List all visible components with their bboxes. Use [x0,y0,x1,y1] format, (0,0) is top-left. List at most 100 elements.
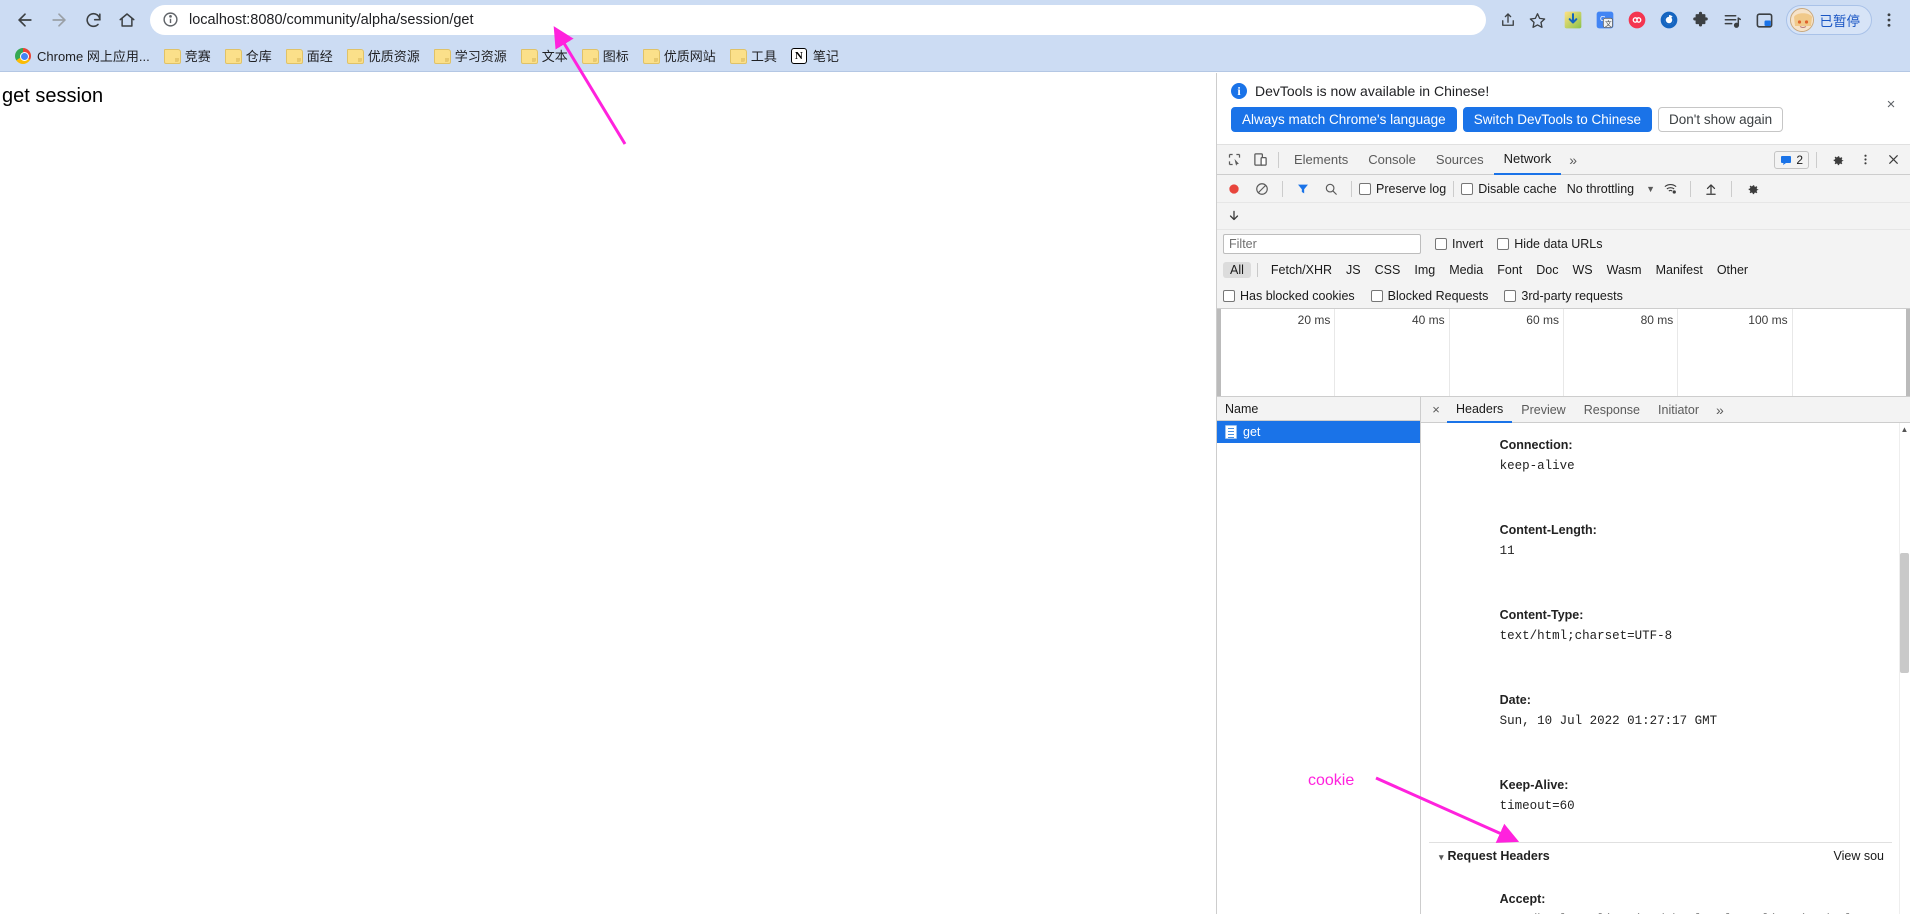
detail-tab-initiator[interactable]: Initiator [1649,397,1708,423]
tab-network[interactable]: Network [1493,145,1562,175]
has-blocked-cookies-checkbox[interactable]: Has blocked cookies [1223,289,1355,303]
detail-tab-preview[interactable]: Preview [1512,397,1574,423]
bookmark-folder-tubiao[interactable]: 图标 [575,44,636,68]
annotation-label-cookie: cookie [1308,772,1355,789]
close-icon[interactable]: × [1882,95,1900,113]
type-filter-css[interactable]: CSS [1368,262,1408,278]
detail-scrollbar[interactable]: ▲ [1899,423,1910,914]
has-blocked-cookies-label: Has blocked cookies [1240,288,1355,303]
request-detail-panel: × Headers Preview Response Initiator » C… [1421,397,1910,914]
bookmark-folder-youzhiwangzhan[interactable]: 优质网站 [636,44,723,68]
overview-cell: 40 ms [1335,309,1450,396]
home-icon[interactable] [110,3,144,37]
inspect-element-icon[interactable] [1221,147,1247,173]
request-list-header[interactable]: Name [1217,397,1420,421]
profile-button[interactable]: 已暂停 [1785,5,1872,35]
type-filter-manifest[interactable]: Manifest [1649,262,1710,278]
type-filter-ws[interactable]: WS [1565,262,1599,278]
filter-icon[interactable] [1290,177,1316,201]
bookmark-folder-jingsai[interactable]: 竞赛 [157,44,218,68]
e-browser-icon[interactable] [1658,9,1680,31]
import-har-icon[interactable] [1698,177,1724,201]
table-row[interactable]: get [1217,421,1420,443]
tab-console[interactable]: Console [1358,145,1426,175]
playlist-icon[interactable] [1722,9,1744,31]
tabs-overflow-icon[interactable]: » [1561,152,1585,168]
address-bar-text[interactable]: localhost:8080/community/alpha/session/g… [189,12,1474,28]
issues-badge[interactable]: 2 [1774,150,1809,169]
filter-input[interactable]: Filter [1223,233,1421,254]
tab-sources[interactable]: Sources [1426,145,1494,175]
bookmark-chrome-webstore[interactable]: Chrome 网上应用... [8,44,157,68]
throttling-select[interactable]: No throttling [1567,182,1634,196]
bookmark-folder-cangku[interactable]: 仓库 [218,44,279,68]
overview-grid: 20 ms 40 ms 60 ms 80 ms 100 ms [1221,309,1906,396]
picture-in-picture-icon[interactable] [1754,9,1776,31]
type-filter-all[interactable]: All [1223,262,1251,278]
network-conditions-icon[interactable] [1657,177,1683,201]
type-filter-font[interactable]: Font [1490,262,1529,278]
record-button[interactable] [1221,177,1247,201]
dont-show-again-button[interactable]: Don't show again [1658,107,1784,132]
kebab-menu-icon[interactable] [1852,147,1878,173]
detail-tabs-overflow-icon[interactable]: » [1708,402,1732,418]
always-match-language-button[interactable]: Always match Chrome's language [1231,107,1457,132]
network-overview-timeline[interactable]: 20 ms 40 ms 60 ms 80 ms 100 ms [1217,309,1910,397]
scrollbar-thumb[interactable] [1900,553,1909,673]
type-filter-doc[interactable]: Doc [1529,262,1565,278]
address-bar[interactable]: localhost:8080/community/alpha/session/g… [150,5,1486,35]
export-har-icon[interactable] [1221,204,1247,228]
checkbox-box [1359,182,1371,195]
header-row-date: Date: Sun, 10 Jul 2022 01:27:17 GMT [1429,668,1892,753]
type-filter-fetch-xhr[interactable]: Fetch/XHR [1264,262,1339,278]
close-icon[interactable]: × [1425,399,1447,421]
kebab-menu-icon[interactable] [1876,5,1902,35]
settings-gear-icon[interactable] [1824,147,1850,173]
disable-cache-checkbox[interactable]: Disable cache [1461,182,1557,196]
checkbox-box [1223,289,1235,302]
detail-tab-response[interactable]: Response [1575,397,1649,423]
view-source-link[interactable]: View sou [1834,849,1885,863]
infinity-icon[interactable] [1626,9,1648,31]
star-icon[interactable] [1524,6,1552,34]
bookmark-folder-xuexiziyuan[interactable]: 学习资源 [427,44,514,68]
request-headers-section-title[interactable]: ▾ Request Headers View sou [1429,842,1892,867]
tab-elements[interactable]: Elements [1284,145,1358,175]
chevron-down-icon[interactable]: ▼ [1646,184,1655,194]
bookmark-folder-mianjing[interactable]: 面经 [279,44,340,68]
share-icon[interactable] [1494,6,1522,34]
third-party-requests-checkbox[interactable]: 3rd-party requests [1504,289,1623,303]
type-filter-media[interactable]: Media [1442,262,1490,278]
chevron-down-icon[interactable]: ▾ [1439,852,1444,862]
close-icon[interactable] [1880,147,1906,173]
back-arrow-icon[interactable] [8,3,42,37]
google-translate-icon[interactable]: G文 [1594,9,1616,31]
type-filter-other[interactable]: Other [1710,262,1755,278]
detail-tab-headers[interactable]: Headers [1447,397,1513,423]
page-info-icon[interactable] [162,11,180,29]
puzzle-extensions-icon[interactable] [1690,9,1712,31]
preserve-log-checkbox[interactable]: Preserve log [1359,182,1446,196]
switch-devtools-chinese-button[interactable]: Switch DevTools to Chinese [1462,107,1653,132]
network-settings-icon[interactable] [1739,177,1765,201]
bookmark-folder-gongju[interactable]: 工具 [723,44,784,68]
invert-checkbox[interactable]: Invert [1435,237,1483,251]
device-toolbar-icon[interactable] [1247,147,1273,173]
reload-icon[interactable] [76,3,110,37]
hide-data-urls-checkbox[interactable]: Hide data URLs [1497,237,1603,251]
type-filter-wasm[interactable]: Wasm [1600,262,1649,278]
bookmark-label: 面经 [306,49,333,64]
bookmark-folder-wenben[interactable]: 文本 [514,44,575,68]
type-filter-js[interactable]: JS [1339,262,1368,278]
forward-arrow-icon[interactable] [42,3,76,37]
blocked-requests-checkbox[interactable]: Blocked Requests [1370,289,1488,303]
detail-tabbar: × Headers Preview Response Initiator » [1421,397,1910,423]
bookmark-notion-biji[interactable]: N 笔记 [784,44,846,68]
search-icon[interactable] [1318,177,1344,201]
bookmark-folder-youzhiziyuan[interactable]: 优质资源 [340,44,427,68]
overview-right-handle[interactable] [1906,309,1910,396]
scroll-up-arrow-icon[interactable]: ▲ [1900,425,1909,435]
clear-button[interactable] [1249,177,1275,201]
type-filter-img[interactable]: Img [1407,262,1442,278]
downloader-icon[interactable] [1562,9,1584,31]
